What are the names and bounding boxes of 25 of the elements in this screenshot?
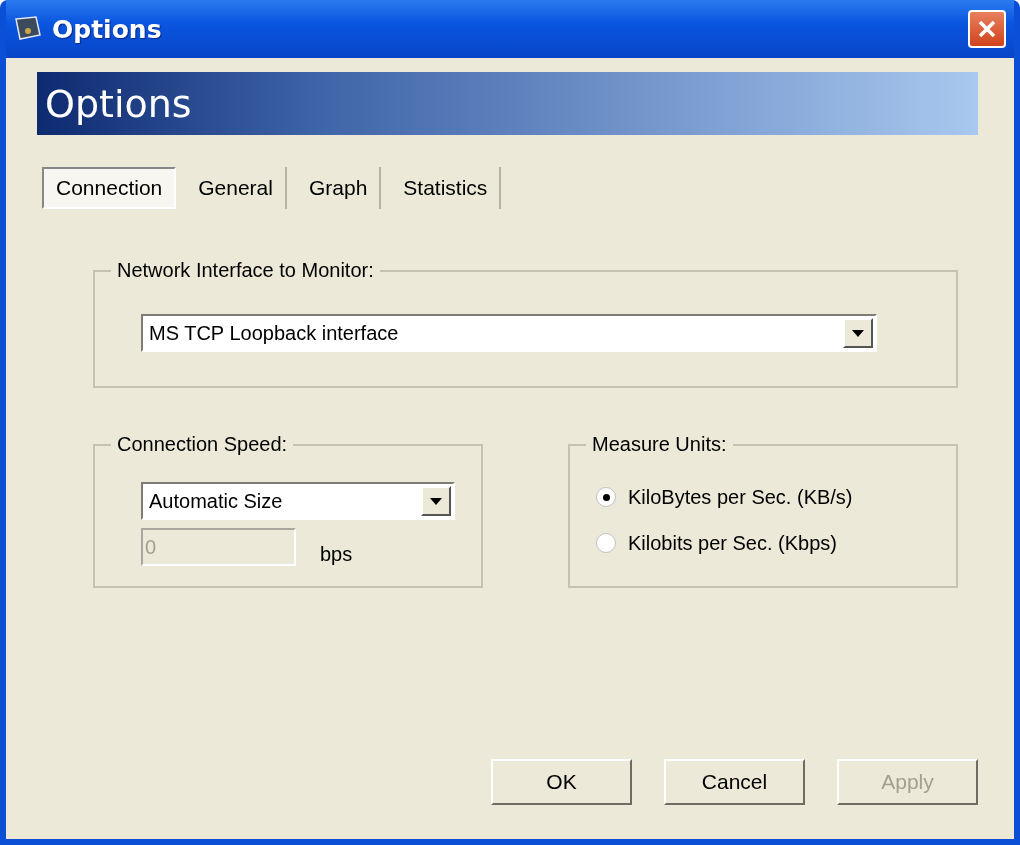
dropdown-button[interactable]	[843, 318, 873, 348]
tab[interactable]: Graph	[296, 167, 382, 209]
dialog-button[interactable]: Cancel	[664, 759, 805, 805]
window-title: Options	[52, 14, 163, 44]
group-label: Measure Units:	[591, 433, 728, 456]
tab[interactable]: Statistics	[391, 167, 502, 209]
close-button[interactable]	[968, 10, 1006, 48]
dialog-button[interactable]: OK	[491, 759, 632, 805]
radio-button[interactable]	[596, 487, 616, 507]
monitor-icon	[14, 16, 42, 42]
radio-label[interactable]: KiloBytes per Sec. (KB/s)	[628, 485, 853, 509]
dropdown-field[interactable]: MS TCP Loopback interface	[141, 314, 877, 352]
radio-button[interactable]	[596, 533, 616, 553]
close-icon	[978, 20, 996, 38]
radio-label[interactable]: Kilobits per Sec. (Kbps)	[628, 531, 837, 555]
tab[interactable]: Connection	[42, 167, 177, 209]
caret-icon	[852, 329, 864, 337]
tab[interactable]: General	[186, 167, 287, 209]
caret-icon	[430, 497, 442, 505]
dropdown-field[interactable]: Automatic Size	[141, 482, 455, 520]
dropdown-button[interactable]	[421, 486, 451, 516]
group-label: Network Interface to Monitor:	[116, 259, 375, 282]
banner-title: Options	[45, 81, 192, 126]
group-label: Connection Speed:	[116, 433, 289, 456]
unit-label: bps	[320, 543, 353, 566]
